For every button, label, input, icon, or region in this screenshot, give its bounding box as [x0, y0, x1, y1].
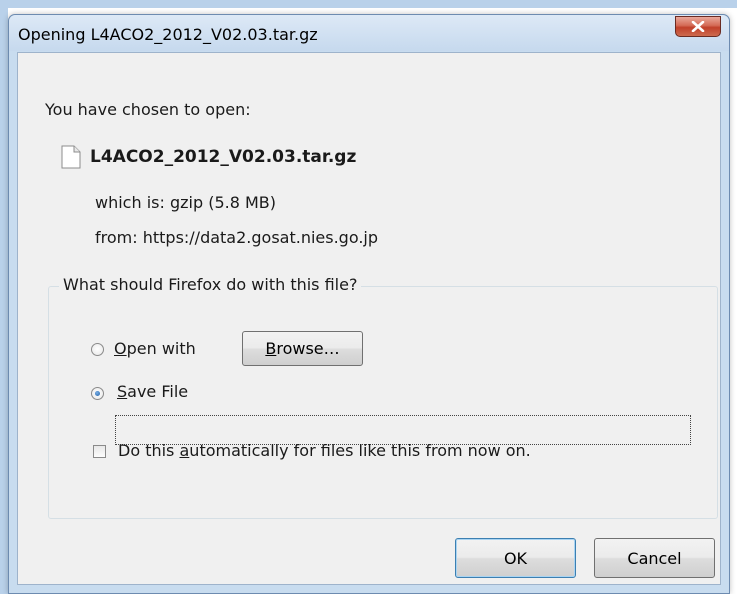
- browse-text: rowse…: [276, 339, 340, 358]
- open-with-accesskey: O: [114, 339, 127, 358]
- action-group-legend: What should Firefox do with this file?: [59, 275, 362, 294]
- action-groupbox: What should Firefox do with this file?: [48, 275, 718, 519]
- file-source-value: https://data2.gosat.nies.go.jp: [142, 228, 379, 247]
- which-is-label: which is:: [95, 193, 165, 212]
- auto-action-text-before: Do this: [118, 441, 180, 460]
- file-type-row: which is: gzip (5.8 MB): [95, 193, 276, 212]
- browse-button[interactable]: Browse…: [242, 331, 363, 366]
- file-icon: [61, 145, 81, 169]
- download-dialog: Opening L4ACO2_2012_V02.03.tar.gz You ha…: [8, 14, 730, 594]
- desktop-background-edge: [0, 0, 8, 594]
- save-file-label[interactable]: Save File: [117, 382, 188, 401]
- intro-text: You have chosen to open:: [45, 100, 251, 119]
- cancel-button[interactable]: Cancel: [594, 538, 715, 578]
- ok-button[interactable]: OK: [455, 538, 576, 578]
- browse-accesskey: B: [265, 339, 277, 358]
- open-with-text: pen with: [126, 339, 196, 358]
- from-label: from:: [95, 228, 138, 247]
- auto-action-accesskey: a: [179, 441, 190, 460]
- file-type-value: gzip (5.8 MB): [169, 193, 277, 212]
- auto-action-label[interactable]: Do this automatically for files like thi…: [118, 441, 531, 460]
- desktop-background: [0, 0, 737, 8]
- open-with-label[interactable]: Open with: [114, 339, 196, 358]
- dialog-title: Opening L4ACO2_2012_V02.03.tar.gz: [18, 25, 318, 44]
- file-source-row: from: https://data2.gosat.nies.go.jp: [95, 228, 378, 247]
- dialog-body: You have chosen to open: L4ACO2_2012_V02…: [17, 52, 721, 585]
- save-file-text: ave File: [127, 382, 189, 401]
- save-file-radio[interactable]: [91, 387, 104, 400]
- filename: L4ACO2_2012_V02.03.tar.gz: [90, 147, 357, 167]
- close-button[interactable]: [675, 16, 721, 37]
- open-with-radio[interactable]: [91, 343, 104, 356]
- title-bar: Opening L4ACO2_2012_V02.03.tar.gz: [9, 15, 729, 51]
- save-file-accesskey: S: [117, 382, 128, 401]
- close-icon: [691, 21, 705, 32]
- auto-action-text-after: utomatically for files like this from no…: [189, 441, 531, 460]
- auto-action-checkbox[interactable]: [93, 445, 106, 458]
